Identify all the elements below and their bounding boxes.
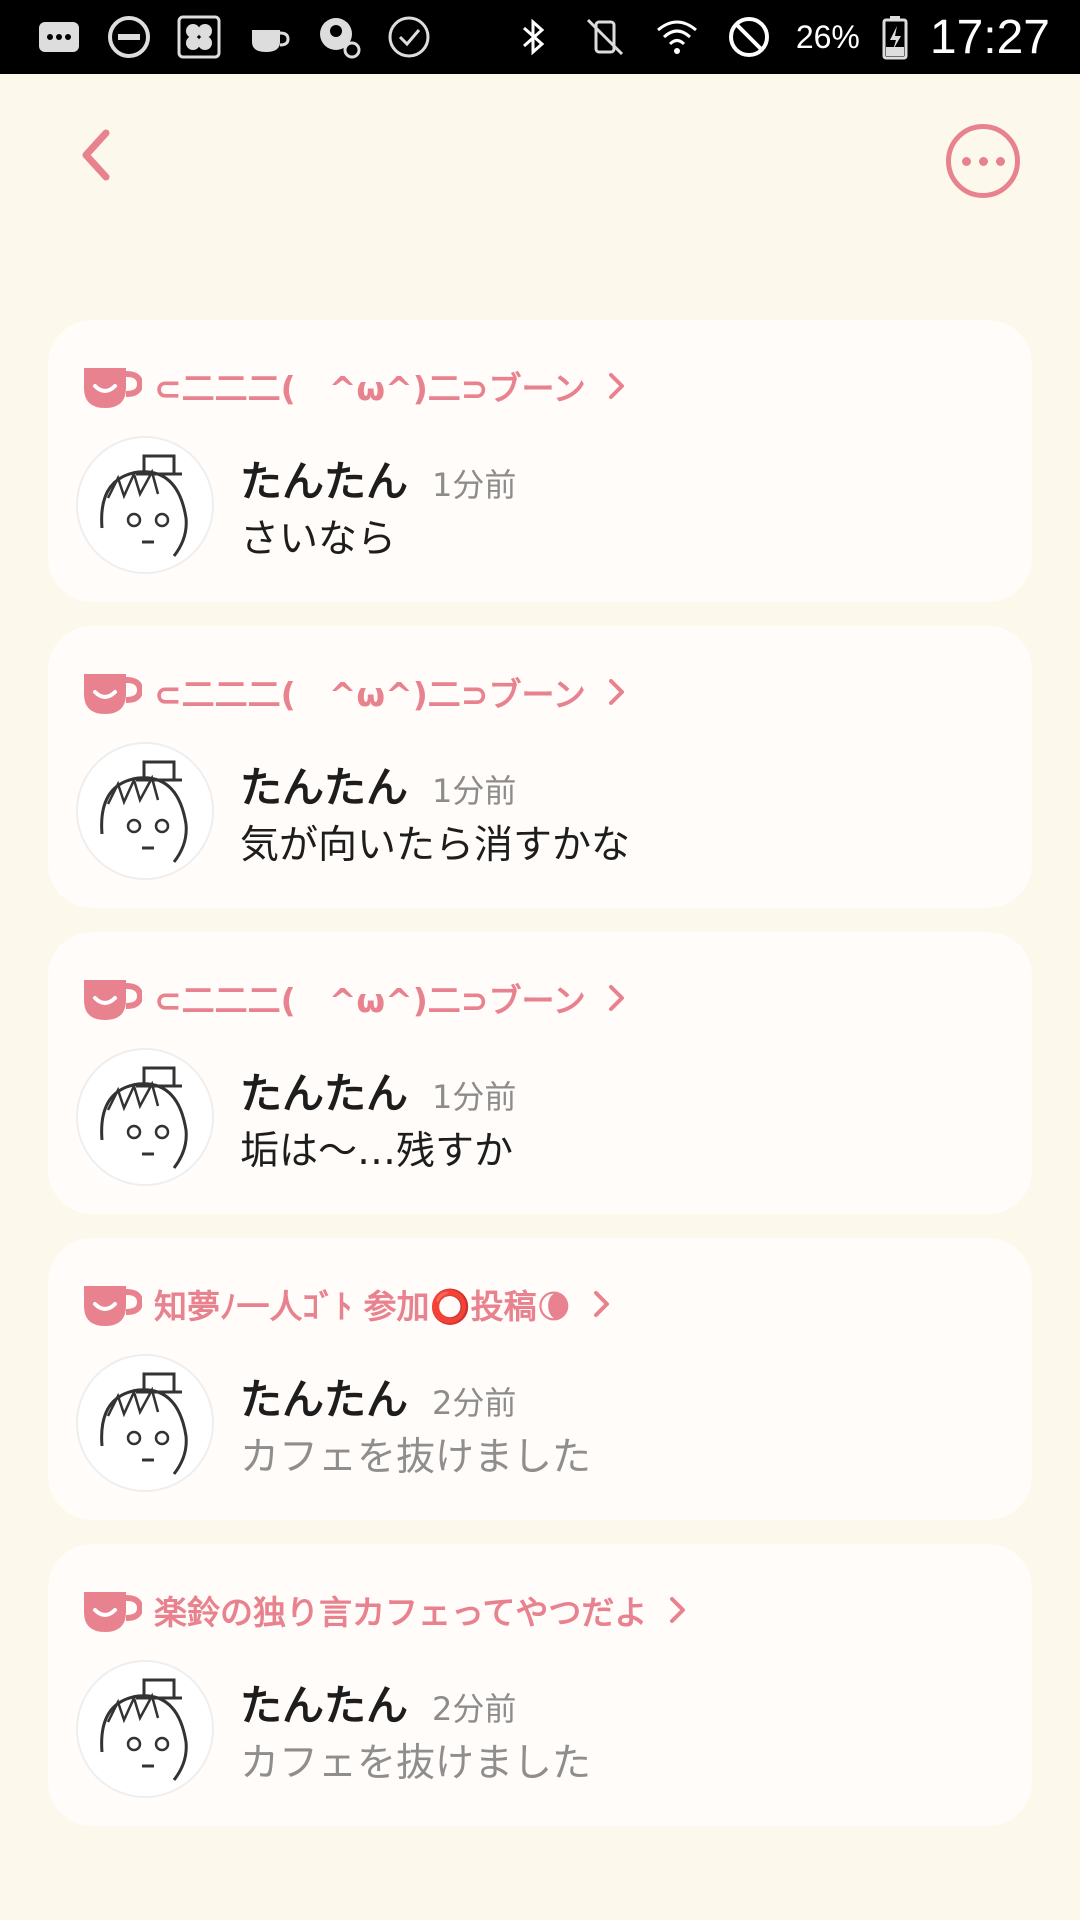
battery-charging-icon bbox=[882, 12, 908, 62]
post-message: 垢は〜…残すか bbox=[240, 1129, 514, 1174]
more-dot-icon bbox=[978, 156, 988, 166]
cafe-name: 知夢ﾉ一人ｺﾞﾄ 参加⭕投稿🌘 bbox=[154, 1287, 571, 1326]
post-time: 1分前 bbox=[432, 772, 517, 810]
user-name[interactable]: たんたん bbox=[240, 1366, 408, 1427]
avatar[interactable] bbox=[76, 1048, 214, 1186]
wifi-icon bbox=[652, 12, 702, 62]
avatar[interactable] bbox=[76, 436, 214, 574]
post-message: 気が向いたら消すかな bbox=[240, 823, 631, 868]
post-meta: たんたん 1分前 bbox=[240, 448, 516, 509]
battery-level: 26% bbox=[795, 18, 860, 55]
chevron-left-icon bbox=[82, 129, 110, 181]
bluetooth-icon bbox=[508, 12, 558, 62]
cup-icon bbox=[84, 674, 142, 714]
cafe-name: ⊂二二二( ^ω^)二⊃ブーン bbox=[154, 981, 586, 1020]
cup-icon bbox=[84, 1592, 142, 1632]
cafe-link[interactable]: ⊂二二二( ^ω^)二⊃ブーン bbox=[82, 360, 628, 412]
post-time: 1分前 bbox=[432, 466, 517, 504]
cup-icon bbox=[84, 980, 142, 1020]
avatar[interactable] bbox=[76, 1354, 214, 1492]
cafe-link[interactable]: ⊂二二二( ^ω^)二⊃ブーン bbox=[82, 666, 628, 718]
system-message: カフェを抜けました bbox=[240, 1741, 592, 1786]
clock: 17:27 bbox=[929, 10, 1050, 64]
chevron-right-icon bbox=[608, 373, 624, 399]
post-time: 1分前 bbox=[432, 1078, 517, 1116]
user-name[interactable]: たんたん bbox=[240, 754, 408, 815]
user-name[interactable]: たんたん bbox=[240, 1060, 408, 1121]
more-dot-icon bbox=[961, 156, 971, 166]
cafe-link[interactable]: 楽鈴の独り言カフェってやつだよ bbox=[82, 1584, 689, 1636]
activity-feed: ⊂二二二( ^ω^)二⊃ブーン たんたん 1分前 さいなら ⊂二二二( ^ω^)… bbox=[48, 320, 1032, 1850]
cafe-name: 楽鈴の独り言カフェってやつだよ bbox=[154, 1593, 648, 1632]
block-icon bbox=[724, 12, 774, 62]
chevron-right-icon bbox=[593, 1291, 609, 1317]
feed-card: ⊂二二二( ^ω^)二⊃ブーン たんたん 1分前 気が向いたら消すかな bbox=[48, 626, 1032, 908]
cafe-name: ⊂二二二( ^ω^)二⊃ブーン bbox=[154, 675, 586, 714]
feed-card: 楽鈴の独り言カフェってやつだよ たんたん 2分前 カフェを抜けました bbox=[48, 1544, 1032, 1826]
post-meta: たんたん 2分前 bbox=[240, 1672, 516, 1733]
cup-icon bbox=[84, 368, 142, 408]
user-name[interactable]: たんたん bbox=[240, 1672, 408, 1733]
avatar[interactable] bbox=[76, 742, 214, 880]
post-time: 2分前 bbox=[432, 1690, 517, 1728]
status-bar: 26% 17:27 bbox=[0, 0, 1080, 74]
system-message: カフェを抜けました bbox=[240, 1435, 592, 1480]
avatar[interactable] bbox=[76, 1660, 214, 1798]
vibrate-off-icon bbox=[580, 12, 630, 62]
post-time: 2分前 bbox=[432, 1384, 517, 1422]
message-icon bbox=[34, 12, 84, 62]
cup-icon bbox=[244, 12, 294, 62]
header bbox=[0, 74, 1080, 244]
chevron-right-icon bbox=[670, 1597, 686, 1623]
more-options-button[interactable] bbox=[946, 124, 1020, 198]
post-meta: たんたん 1分前 bbox=[240, 1060, 516, 1121]
cafe-link[interactable]: ⊂二二二( ^ω^)二⊃ブーン bbox=[82, 972, 628, 1024]
back-button[interactable] bbox=[68, 124, 124, 186]
chevron-right-icon bbox=[608, 985, 624, 1011]
post-message: さいなら bbox=[240, 517, 397, 562]
cafe-name: ⊂二二二( ^ω^)二⊃ブーン bbox=[154, 369, 586, 408]
cafe-link[interactable]: 知夢ﾉ一人ｺﾞﾄ 参加⭕投稿🌘 bbox=[82, 1278, 613, 1330]
clover-app-icon bbox=[174, 12, 224, 62]
feed-card: ⊂二二二( ^ω^)二⊃ブーン たんたん 1分前 垢は〜…残すか bbox=[48, 932, 1032, 1214]
cup-icon bbox=[84, 1286, 142, 1326]
post-meta: たんたん 1分前 bbox=[240, 754, 516, 815]
do-not-disturb-icon bbox=[104, 12, 154, 62]
more-dot-icon bbox=[995, 156, 1005, 166]
app-icon bbox=[314, 12, 364, 62]
chevron-right-icon bbox=[608, 679, 624, 705]
feed-card: ⊂二二二( ^ω^)二⊃ブーン たんたん 1分前 さいなら bbox=[48, 320, 1032, 602]
post-meta: たんたん 2分前 bbox=[240, 1366, 516, 1427]
user-name[interactable]: たんたん bbox=[240, 448, 408, 509]
check-circle-icon bbox=[384, 12, 434, 62]
feed-card: 知夢ﾉ一人ｺﾞﾄ 参加⭕投稿🌘 たんたん 2分前 カフェを抜けました bbox=[48, 1238, 1032, 1520]
